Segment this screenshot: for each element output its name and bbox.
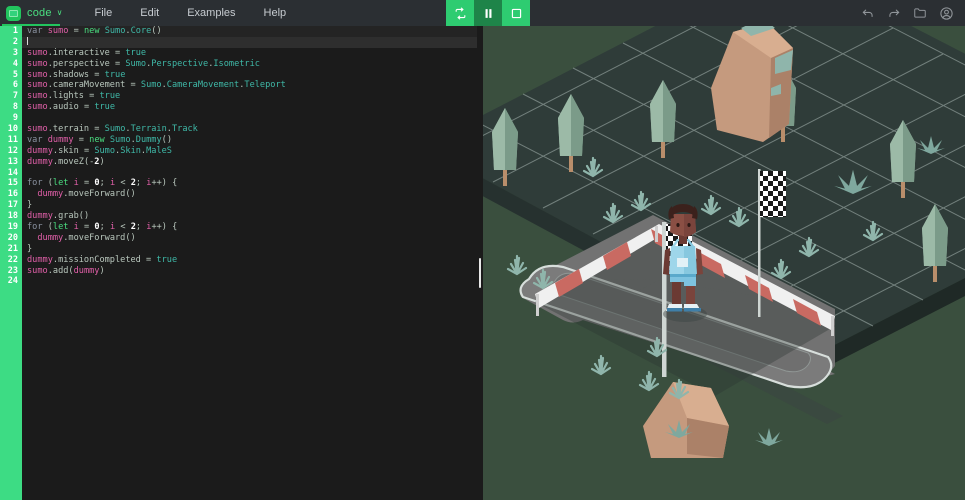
line-number: 23 <box>7 265 18 276</box>
line-number: 1 <box>12 26 18 36</box>
isometric-3d-viewport[interactable] <box>483 26 965 500</box>
code-line[interactable]: dummy.moveForward() <box>22 189 483 200</box>
splitter-handle[interactable] <box>479 258 481 288</box>
top-toolbar: code ∨ File Edit Examples Help <box>0 0 965 26</box>
account-button[interactable] <box>933 0 959 26</box>
line-number-gutter: 1 2 3 4 5 6 7 8 9 10 11 12 13 14 15 16 17 18 19 20 21 22 23 24 <box>0 26 22 500</box>
code-line[interactable] <box>22 168 483 179</box>
code-line[interactable]: sumo.cameraMovement = Sumo.CameraMovemen… <box>22 80 483 91</box>
line-number: 3 <box>12 47 18 58</box>
line-number: 9 <box>12 113 18 124</box>
brand-name: code <box>27 7 52 19</box>
run-loop-button[interactable] <box>446 0 474 26</box>
line-number: 14 <box>7 167 18 178</box>
code-line[interactable]: } <box>22 200 483 211</box>
code-line[interactable] <box>22 276 483 287</box>
pause-icon <box>485 8 491 18</box>
loop-icon <box>455 7 465 19</box>
brand-menu-button[interactable]: code ∨ <box>0 0 71 26</box>
line-number: 18 <box>7 211 18 222</box>
line-number: 22 <box>7 254 18 265</box>
code-line[interactable]: sumo.audio = true <box>22 102 483 113</box>
code-line[interactable]: sumo.add(dummy) <box>22 266 483 277</box>
line-number: 4 <box>12 58 18 69</box>
open-folder-button[interactable] <box>907 0 933 26</box>
pause-button[interactable] <box>474 0 502 26</box>
top-right-actions <box>855 0 959 26</box>
text-cursor <box>27 36 28 45</box>
redo-icon <box>889 9 900 18</box>
undo-icon <box>862 9 873 18</box>
code-line[interactable]: var sumo = new Sumo.Core() <box>22 26 483 37</box>
app-logo-icon <box>6 5 21 21</box>
code-editor[interactable]: 1 2 3 4 5 6 7 8 9 10 11 12 13 14 15 16 17 18 19 20 21 22 23 24 … <box>0 26 483 500</box>
line-number: 2 <box>12 36 18 47</box>
code-line[interactable]: sumo.interactive = true <box>22 48 483 59</box>
code-line[interactable]: dummy.grab() <box>22 211 483 222</box>
redo-button[interactable] <box>881 0 907 26</box>
line-number: 11 <box>7 134 18 145</box>
line-number: 10 <box>7 124 18 135</box>
menu-edit[interactable]: Edit <box>126 0 173 26</box>
line-number: 5 <box>12 69 18 80</box>
code-line[interactable]: } <box>22 244 483 255</box>
menu-file[interactable]: File <box>81 0 127 26</box>
code-line[interactable]: for (let i = 0; i < 2; i++) { <box>22 222 483 233</box>
line-number: 12 <box>7 145 18 156</box>
code-line[interactable] <box>22 36 483 48</box>
menu-help[interactable]: Help <box>250 0 301 26</box>
menu-examples[interactable]: Examples <box>173 0 249 26</box>
code-line[interactable]: for (let i = 0; i < 2; i++) { <box>22 178 483 189</box>
stop-icon <box>511 8 521 18</box>
stop-button[interactable] <box>502 0 530 26</box>
line-number: 20 <box>7 232 18 243</box>
line-number: 21 <box>7 243 18 254</box>
code-line[interactable]: sumo.terrain = Sumo.Terrain.Track <box>22 124 483 135</box>
line-number: 6 <box>12 80 18 91</box>
line-number: 17 <box>7 200 18 211</box>
code-line[interactable]: sumo.lights = true <box>22 91 483 102</box>
code-line[interactable]: dummy.missionCompleted = true <box>22 255 483 266</box>
chevron-down-icon: ∨ <box>56 8 63 17</box>
line-number: 16 <box>7 189 18 200</box>
line-number: 19 <box>7 222 18 233</box>
code-line[interactable]: dummy.moveForward() <box>22 233 483 244</box>
line-number: 8 <box>12 102 18 113</box>
line-number: 15 <box>7 178 18 189</box>
transport-controls <box>446 0 530 26</box>
scene-render <box>483 26 965 500</box>
line-number: 24 <box>7 276 18 287</box>
account-icon <box>939 6 953 20</box>
code-line[interactable]: var dummy = new Sumo.Dummy() <box>22 135 483 146</box>
line-number: 13 <box>7 156 18 167</box>
undo-button[interactable] <box>855 0 881 26</box>
app-root: code ∨ File Edit Examples Help 1 2 3 4 5… <box>0 0 965 500</box>
code-line[interactable] <box>22 113 483 124</box>
code-line[interactable]: sumo.shadows = true <box>22 70 483 81</box>
line-number: 7 <box>12 91 18 102</box>
folder-icon <box>914 8 926 18</box>
code-line[interactable]: sumo.perspective = Sumo.Perspective.Isom… <box>22 59 483 70</box>
code-line[interactable]: dummy.skin = Sumo.Skin.MaleS <box>22 146 483 157</box>
code-line[interactable]: dummy.moveZ(-2) <box>22 157 483 168</box>
menu-bar: File Edit Examples Help <box>81 0 301 26</box>
code-text-area[interactable]: var sumo = new Sumo.Core() sumo.interacti… <box>22 26 483 500</box>
